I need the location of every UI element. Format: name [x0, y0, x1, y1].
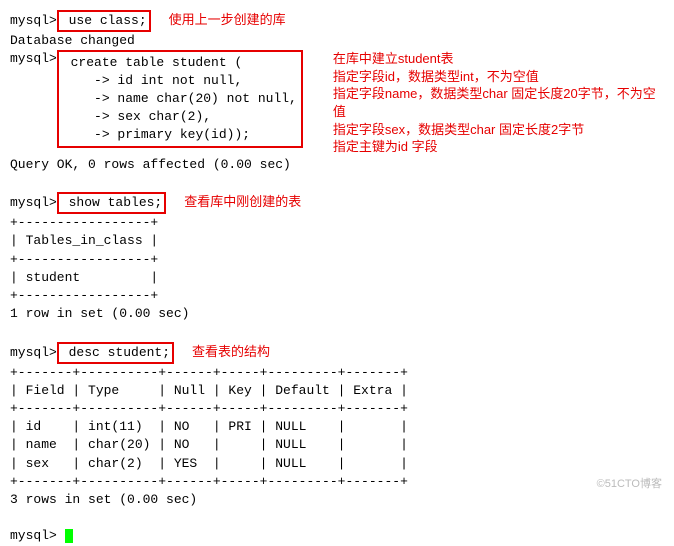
create-table-box: create table student ( -> id int not nul…: [57, 50, 303, 147]
show-tables-line: mysql> show tables;查看库中刚创建的表: [10, 192, 664, 214]
tables-sep-2: +-----------------+: [10, 251, 664, 269]
query-ok-line: Query OK, 0 rows affected (0.00 sec): [10, 156, 664, 174]
desc-sep-3: +-------+----------+------+-----+-------…: [10, 473, 664, 491]
desc-sep-2: +-------+----------+------+-----+-------…: [10, 400, 664, 418]
create-line-3: -> name char(20) not null,: [63, 91, 297, 106]
create-line-4: -> sex char(2),: [63, 109, 211, 124]
create-ann-2: 指定字段id，数据类型int，不为空值: [333, 68, 664, 86]
desc-student-line: mysql> desc student;查看表的结构: [10, 342, 664, 364]
create-line-2: -> id int not null,: [63, 73, 242, 88]
mysql-prompt: mysql>: [10, 13, 57, 28]
desc-annotation: 查看表的结构: [192, 344, 270, 359]
use-class-box: use class;: [57, 10, 151, 32]
tables-sep-1: +-----------------+: [10, 214, 664, 232]
three-rows-result: 3 rows in set (0.00 sec): [10, 491, 664, 509]
desc-student-box: desc student;: [57, 342, 174, 364]
use-class-line: mysql> use class; 使用上一步创建的库: [10, 10, 664, 32]
terminal-cursor[interactable]: [65, 529, 73, 543]
create-ann-1: 在库中建立student表: [333, 50, 664, 68]
tables-header: | Tables_in_class |: [10, 232, 664, 250]
use-annotation: 使用上一步创建的库: [169, 12, 286, 27]
desc-header: | Field | Type | Null | Key | Default | …: [10, 382, 664, 400]
desc-row-name: | name | char(20) | NO | | NULL | |: [10, 436, 664, 454]
create-ann-3: 指定字段name，数据类型char 固定长度20字节，不为空值: [333, 85, 664, 120]
tables-sep-3: +-----------------+: [10, 287, 664, 305]
desc-row-sex: | sex | char(2) | YES | | NULL | |: [10, 455, 664, 473]
create-table-block: mysql> create table student ( -> id int …: [10, 50, 664, 155]
one-row-result: 1 row in set (0.00 sec): [10, 305, 664, 323]
prompt-cursor-line[interactable]: mysql>: [10, 527, 664, 545]
create-line-1: create table student (: [63, 55, 242, 70]
show-tables-annotation: 查看库中刚创建的表: [184, 194, 301, 209]
tables-row-student: | student |: [10, 269, 664, 287]
terminal-output: mysql> use class; 使用上一步创建的库 Database chan…: [10, 10, 664, 546]
create-ann-4: 指定字段sex，数据类型char 固定长度2字节: [333, 121, 664, 139]
create-line-5: -> primary key(id));: [63, 127, 250, 142]
desc-row-id: | id | int(11) | NO | PRI | NULL | |: [10, 418, 664, 436]
create-ann-5: 指定主键为id 字段: [333, 138, 664, 156]
desc-sep-1: +-------+----------+------+-----+-------…: [10, 364, 664, 382]
create-annotations: 在库中建立student表 指定字段id，数据类型int，不为空值 指定字段na…: [333, 50, 664, 155]
watermark: ©51CTO博客: [597, 477, 662, 492]
show-tables-box: show tables;: [57, 192, 166, 214]
database-changed-line: Database changed: [10, 32, 664, 50]
